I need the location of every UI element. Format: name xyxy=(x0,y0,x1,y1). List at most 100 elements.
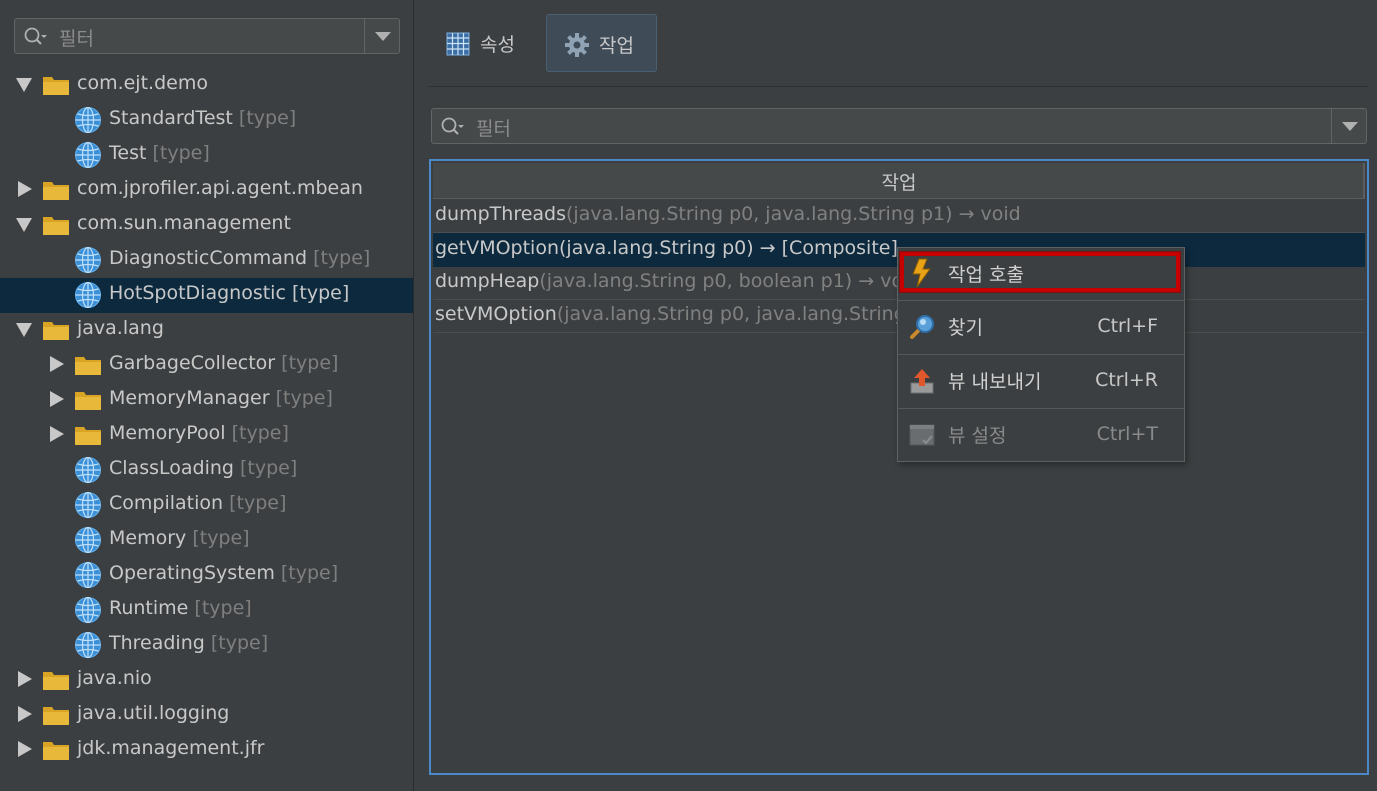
tree-node-label: Threading xyxy=(109,632,205,654)
folder-icon xyxy=(74,424,102,446)
tree-mbean-node[interactable]: HotSpotDiagnostic [type] xyxy=(0,278,413,313)
menu-item-label: 뷰 내보내기 xyxy=(948,371,1042,393)
tree-node-type-suffix: [type] xyxy=(291,282,350,304)
tree-node-type-suffix: [type] xyxy=(240,457,298,479)
expand-right-icon[interactable] xyxy=(18,671,32,687)
menu-item-label: 뷰 설정 xyxy=(948,425,1007,447)
globe-icon xyxy=(74,491,102,519)
tree-node-label: MemoryManager xyxy=(109,387,270,409)
tree-mbean-node[interactable]: ClassLoading [type] xyxy=(0,453,413,488)
tab-attributes[interactable]: 속성 xyxy=(430,14,534,72)
expand-right-icon[interactable] xyxy=(18,181,32,197)
tree-mbean-node[interactable]: Threading [type] xyxy=(0,628,413,663)
folder-icon xyxy=(74,389,102,411)
tree-folder-node[interactable]: jdk.management.jfr xyxy=(0,733,413,768)
tree-mbean-node[interactable]: Compilation [type] xyxy=(0,488,413,523)
tree-filter-field[interactable]: 필터 xyxy=(14,18,400,54)
tree-folder-node[interactable]: MemoryPool [type] xyxy=(0,418,413,453)
tree-mbean-node[interactable]: DiagnosticCommand [type] xyxy=(0,243,413,278)
expand-right-icon[interactable] xyxy=(50,426,64,442)
tree-node-label: Runtime xyxy=(109,597,189,619)
tree-mbean-node[interactable]: Runtime [type] xyxy=(0,593,413,628)
tree-node-label: MemoryPool xyxy=(109,422,226,444)
tree-mbean-node[interactable]: Memory [type] xyxy=(0,523,413,558)
table-header[interactable]: 작업 xyxy=(433,163,1365,199)
expand-right-icon[interactable] xyxy=(18,741,32,757)
tree-node-label: java.lang xyxy=(77,317,164,339)
tree-folder-node[interactable]: java.nio xyxy=(0,663,413,698)
tab-operations[interactable]: 작업 xyxy=(546,14,657,72)
tree-node-label: com.sun.management xyxy=(77,212,291,234)
folder-icon xyxy=(42,179,70,201)
tree-node-label: GarbageCollector xyxy=(109,352,276,374)
highlight-box xyxy=(899,251,1181,293)
expand-down-icon[interactable] xyxy=(16,218,32,232)
table-row[interactable]: dumpThreads(java.lang.String p0, java.la… xyxy=(433,199,1365,233)
globe-icon xyxy=(74,141,102,169)
expand-right-icon[interactable] xyxy=(18,706,32,722)
tree-folder-node[interactable]: com.jprofiler.api.agent.mbean xyxy=(0,173,413,208)
tree-mbean-node[interactable]: Test [type] xyxy=(0,138,413,173)
menu-item-export-view[interactable]: 뷰 내보내기 Ctrl+R xyxy=(898,355,1184,407)
tree-node-type-suffix: [type] xyxy=(281,352,339,374)
folder-icon xyxy=(42,739,70,761)
menu-item-view-settings[interactable]: 뷰 설정 Ctrl+T xyxy=(898,409,1184,461)
tree-node-type-suffix: [type] xyxy=(229,492,287,514)
folder-icon xyxy=(42,319,70,341)
expand-right-icon[interactable] xyxy=(50,391,64,407)
expand-down-icon[interactable] xyxy=(16,78,32,92)
tree-folder-node[interactable]: java.util.logging xyxy=(0,698,413,733)
globe-icon xyxy=(74,281,102,309)
operation-name: dumpHeap xyxy=(435,270,540,292)
tree-mbean-node[interactable]: OperatingSystem [type] xyxy=(0,558,413,593)
tree-node-label: ClassLoading xyxy=(109,457,234,479)
tree-node-label: HotSpotDiagnostic xyxy=(109,282,286,304)
chevron-down-icon[interactable] xyxy=(375,32,391,41)
magnifier-icon xyxy=(910,315,934,339)
tree-node-type-suffix: [type] xyxy=(280,562,339,584)
menu-item-find[interactable]: 찾기 Ctrl+F xyxy=(898,301,1184,353)
tree-node-label: OperatingSystem xyxy=(109,562,275,584)
folder-icon xyxy=(42,669,70,691)
folder-icon xyxy=(42,74,70,96)
operations-filter-field[interactable]: 필터 xyxy=(431,108,1367,144)
tree-folder-node[interactable]: com.ejt.demo xyxy=(0,68,413,103)
operations-column-header: 작업 xyxy=(881,172,917,194)
folder-icon xyxy=(74,354,102,376)
globe-icon xyxy=(74,456,102,484)
tree-node-label: jdk.management.jfr xyxy=(77,737,265,759)
tree-filter-placeholder: 필터 xyxy=(59,28,94,50)
globe-icon xyxy=(74,106,102,134)
tree-node-type-suffix: [type] xyxy=(192,527,250,549)
expand-right-icon[interactable] xyxy=(50,356,64,372)
folder-icon xyxy=(42,704,70,726)
globe-icon xyxy=(74,246,102,274)
tree-node-type-suffix: [type] xyxy=(238,107,297,129)
tree-mbean-node[interactable]: StandardTest [type] xyxy=(0,103,413,138)
menu-item-invoke-operation[interactable]: 작업 호출 xyxy=(898,248,1184,300)
tree-folder-node[interactable]: com.sun.management xyxy=(0,208,413,243)
tree-node-type-suffix: [type] xyxy=(152,142,210,164)
tree-node-label: Test xyxy=(109,142,147,164)
chevron-down-icon[interactable] xyxy=(1342,122,1358,131)
gear-icon xyxy=(565,33,589,57)
tree-node-label: java.nio xyxy=(77,667,152,689)
tree-node-label: Memory xyxy=(109,527,187,549)
operation-name: setVMOption xyxy=(435,303,557,325)
tree-node-label: Compilation xyxy=(109,492,224,514)
tree-node-type-suffix: [type] xyxy=(231,422,289,444)
operation-signature: (java.lang.String p0, boolean p1) → void xyxy=(539,270,921,292)
tree-node-type-suffix: [type] xyxy=(275,387,333,409)
menu-item-shortcut: Ctrl+F xyxy=(1097,315,1158,337)
mbean-tree-panel: 필터 com.ejt.demo StandardTest [type] Test [… xyxy=(0,0,413,791)
globe-icon xyxy=(74,631,102,659)
menu-item-shortcut: Ctrl+R xyxy=(1095,369,1158,391)
tree-folder-node[interactable]: java.lang xyxy=(0,313,413,348)
expand-down-icon[interactable] xyxy=(16,323,32,337)
menu-item-label: 찾기 xyxy=(948,317,983,339)
export-icon xyxy=(910,369,934,394)
tree-folder-node[interactable]: MemoryManager [type] xyxy=(0,383,413,418)
tree-folder-node[interactable]: GarbageCollector [type] xyxy=(0,348,413,383)
search-icon xyxy=(441,117,464,135)
table-icon xyxy=(446,32,470,56)
